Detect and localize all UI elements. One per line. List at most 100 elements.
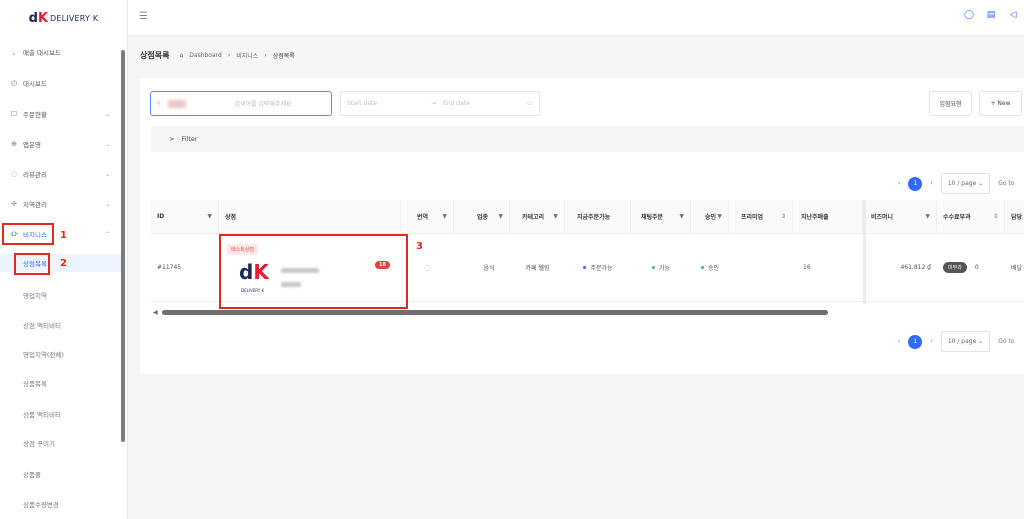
sidebar-item-dashboard[interactable]: ◴ 대시보드 — [0, 74, 124, 92]
sort-icon[interactable]: ⇕ — [993, 213, 998, 220]
search-redacted-value — [168, 99, 187, 108]
cell-fee: 미부과 0 — [937, 234, 1005, 302]
filter-icon[interactable]: ▼ — [717, 213, 722, 220]
page-button[interactable]: 1 — [908, 176, 923, 191]
cell-translation[interactable]: ◌ — [401, 234, 454, 302]
pagination-top: ‹ 1 › 10 / page ⌄ Go to — [898, 173, 1014, 194]
page-button[interactable]: 1 — [908, 334, 923, 349]
column-header-industry[interactable]: 업종 ▼ — [454, 200, 510, 234]
fee-status-badge[interactable]: 미부과 — [943, 262, 967, 273]
sort-icon[interactable]: ⇕ — [781, 213, 786, 220]
column-header-store[interactable]: 상점 — [219, 200, 401, 234]
column-header-fee[interactable]: 수수료부과 ⇕ — [937, 200, 1005, 234]
sidebar-item-label: 앱운영 — [23, 141, 41, 149]
fee-value: 0 — [974, 264, 979, 271]
sidebar-subitem-product-activity[interactable]: 상품 액티비티 — [0, 405, 124, 423]
filter-icon[interactable]: ▼ — [207, 213, 212, 220]
filter-bar[interactable]: > Filter — [151, 126, 1024, 152]
breadcrumb-separator: › — [227, 52, 231, 59]
start-date-input[interactable]: Start date — [347, 100, 377, 107]
top-bar: ☰ ◯ ▤ ◁ — [128, 0, 1024, 36]
filter-icon[interactable]: ▼ — [553, 213, 558, 220]
app-icon: ⊕ — [11, 140, 17, 148]
column-header-order-available[interactable]: 지금주문가능 — [565, 200, 631, 234]
cell-order-available: 주문가능 — [565, 234, 631, 302]
column-header-biz-money[interactable]: 비즈머니 ▼ — [865, 200, 937, 234]
page-size-select[interactable]: 10 / page ⌄ — [940, 173, 991, 194]
cell-last-week-sales: 16 — [793, 234, 863, 302]
sidebar-item-sales-dashboard[interactable]: ⌞ 매출 대시보드 — [0, 43, 124, 61]
home-icon[interactable]: ⌂ — [179, 52, 183, 59]
menu-toggle-icon[interactable]: ☰ — [139, 11, 148, 22]
status-dot — [583, 266, 587, 269]
filter-icon[interactable]: ▼ — [442, 213, 447, 220]
chevron-down-icon: ⌄ — [104, 140, 110, 148]
column-header-chat-order[interactable]: 채팅주문 ▼ — [631, 200, 691, 234]
logo-text: DELIVERY K — [50, 13, 99, 23]
sidebar-subitem-sales-area-all[interactable]: 영업지역(전체) — [0, 345, 124, 363]
next-page-icon[interactable]: › — [930, 338, 932, 345]
annotation-box-2 — [14, 253, 50, 275]
cell-biz-money: 461,812 ₫ — [866, 234, 937, 302]
column-header-manager[interactable]: 담당 — [1005, 200, 1024, 234]
chat-icon[interactable]: ◯ — [963, 10, 975, 22]
column-header-translation[interactable]: 번역 ▼ — [401, 200, 454, 234]
sidebar-subitem-quantity-change[interactable]: 상품수량변경 — [0, 495, 124, 513]
column-header-category[interactable]: 카테고리 ▼ — [510, 200, 565, 234]
prev-page-icon[interactable]: ‹ — [898, 180, 900, 187]
chevron-down-icon: ⌄ — [104, 110, 110, 118]
sidebar-item-regions[interactable]: ✢ 지역관리 ⌄ — [0, 195, 124, 213]
sidebar-subitem-sales-area[interactable]: 영업지역 — [0, 286, 124, 304]
arrow-right-icon: → — [431, 100, 437, 107]
region-icon: ✢ — [11, 200, 17, 208]
cell-approval: 승인 — [691, 234, 729, 302]
store-request-button[interactable]: 입점요청 — [929, 91, 972, 116]
sidebar-scrollbar[interactable] — [121, 50, 125, 442]
new-button[interactable]: + New — [979, 91, 1022, 116]
sidebar-subitem-store-activity[interactable]: 상점 액티비티 — [0, 316, 124, 334]
chevron-up-icon: ⌃ — [104, 230, 110, 238]
column-header-premium[interactable]: 프리미엄 ⇕ — [729, 200, 793, 234]
cell-category: 카페 웰빙 — [510, 234, 565, 302]
date-range-picker[interactable]: Start date → End date ▭ — [340, 91, 540, 116]
pagination-bottom: ‹ 1 › 10 / page ⌄ Go to — [898, 331, 1014, 352]
sidebar-subitem-product-list[interactable]: 상품목록 — [0, 374, 124, 392]
breadcrumb-business[interactable]: 비지니스 — [236, 51, 258, 60]
sidebar-item-reviews[interactable]: ◌ 리뷰관리 ⌄ — [0, 165, 124, 183]
prev-page-icon[interactable]: ‹ — [898, 338, 900, 345]
status-dot — [700, 266, 704, 269]
sidebar-item-label: 대시보드 — [23, 80, 47, 88]
filter-icon[interactable]: ▼ — [925, 213, 930, 220]
sidebar-item-app[interactable]: ⊕ 앱운영 ⌄ — [0, 135, 124, 153]
next-page-icon[interactable]: › — [930, 180, 932, 187]
sidebar-subitem-store-decor[interactable]: 상점 꾸미기 — [0, 434, 124, 452]
search-input[interactable]: ⚲ 검색어를 입력해주세요 — [150, 91, 332, 116]
notification-icon[interactable]: ◁ — [1007, 10, 1019, 22]
column-header-id[interactable]: ID ▼ — [151, 200, 219, 234]
sidebar-item-orders[interactable]: ☐ 주문현황 ⌄ — [0, 105, 124, 123]
review-icon: ◌ — [10, 170, 18, 178]
scroll-left-icon[interactable]: ◀ — [153, 309, 158, 316]
sidebar-item-label: 매출 대시보드 — [23, 49, 61, 57]
filter-icon[interactable]: ▼ — [679, 213, 684, 220]
page-size-select[interactable]: 10 / page ⌄ — [940, 331, 991, 352]
end-date-input[interactable]: End date — [443, 100, 470, 107]
sidebar-subitem-product-pool[interactable]: 상품풀 — [0, 465, 124, 483]
breadcrumb: 상점목록 ⌂ Dashboard › 비지니스 › 상점목록 — [140, 50, 295, 61]
breadcrumb-current: 상점목록 — [272, 53, 295, 60]
table-horizontal-scrollbar[interactable] — [162, 310, 828, 315]
column-header-approval[interactable]: 승인 ▼ — [691, 200, 729, 234]
column-header-last-week-sales[interactable]: 지난주매출 — [793, 200, 863, 234]
cell-manager: 배달 — [1005, 234, 1024, 302]
annotation-number-1: 1 — [60, 230, 67, 241]
breadcrumb-separator: › — [264, 52, 267, 59]
chart-icon: ⌞ — [12, 48, 16, 56]
brand-logo[interactable]: dK DELIVERY K — [0, 0, 127, 36]
chevron-down-icon: ⌄ — [104, 170, 110, 178]
calendar-icon: ▭ — [527, 100, 533, 107]
breadcrumb-dashboard[interactable]: Dashboard — [189, 52, 222, 59]
search-placeholder: 검색어를 입력해주세요 — [234, 101, 292, 108]
goto-label: Go to — [998, 180, 1015, 187]
document-icon[interactable]: ▤ — [985, 10, 997, 22]
filter-icon[interactable]: ▼ — [498, 213, 503, 220]
